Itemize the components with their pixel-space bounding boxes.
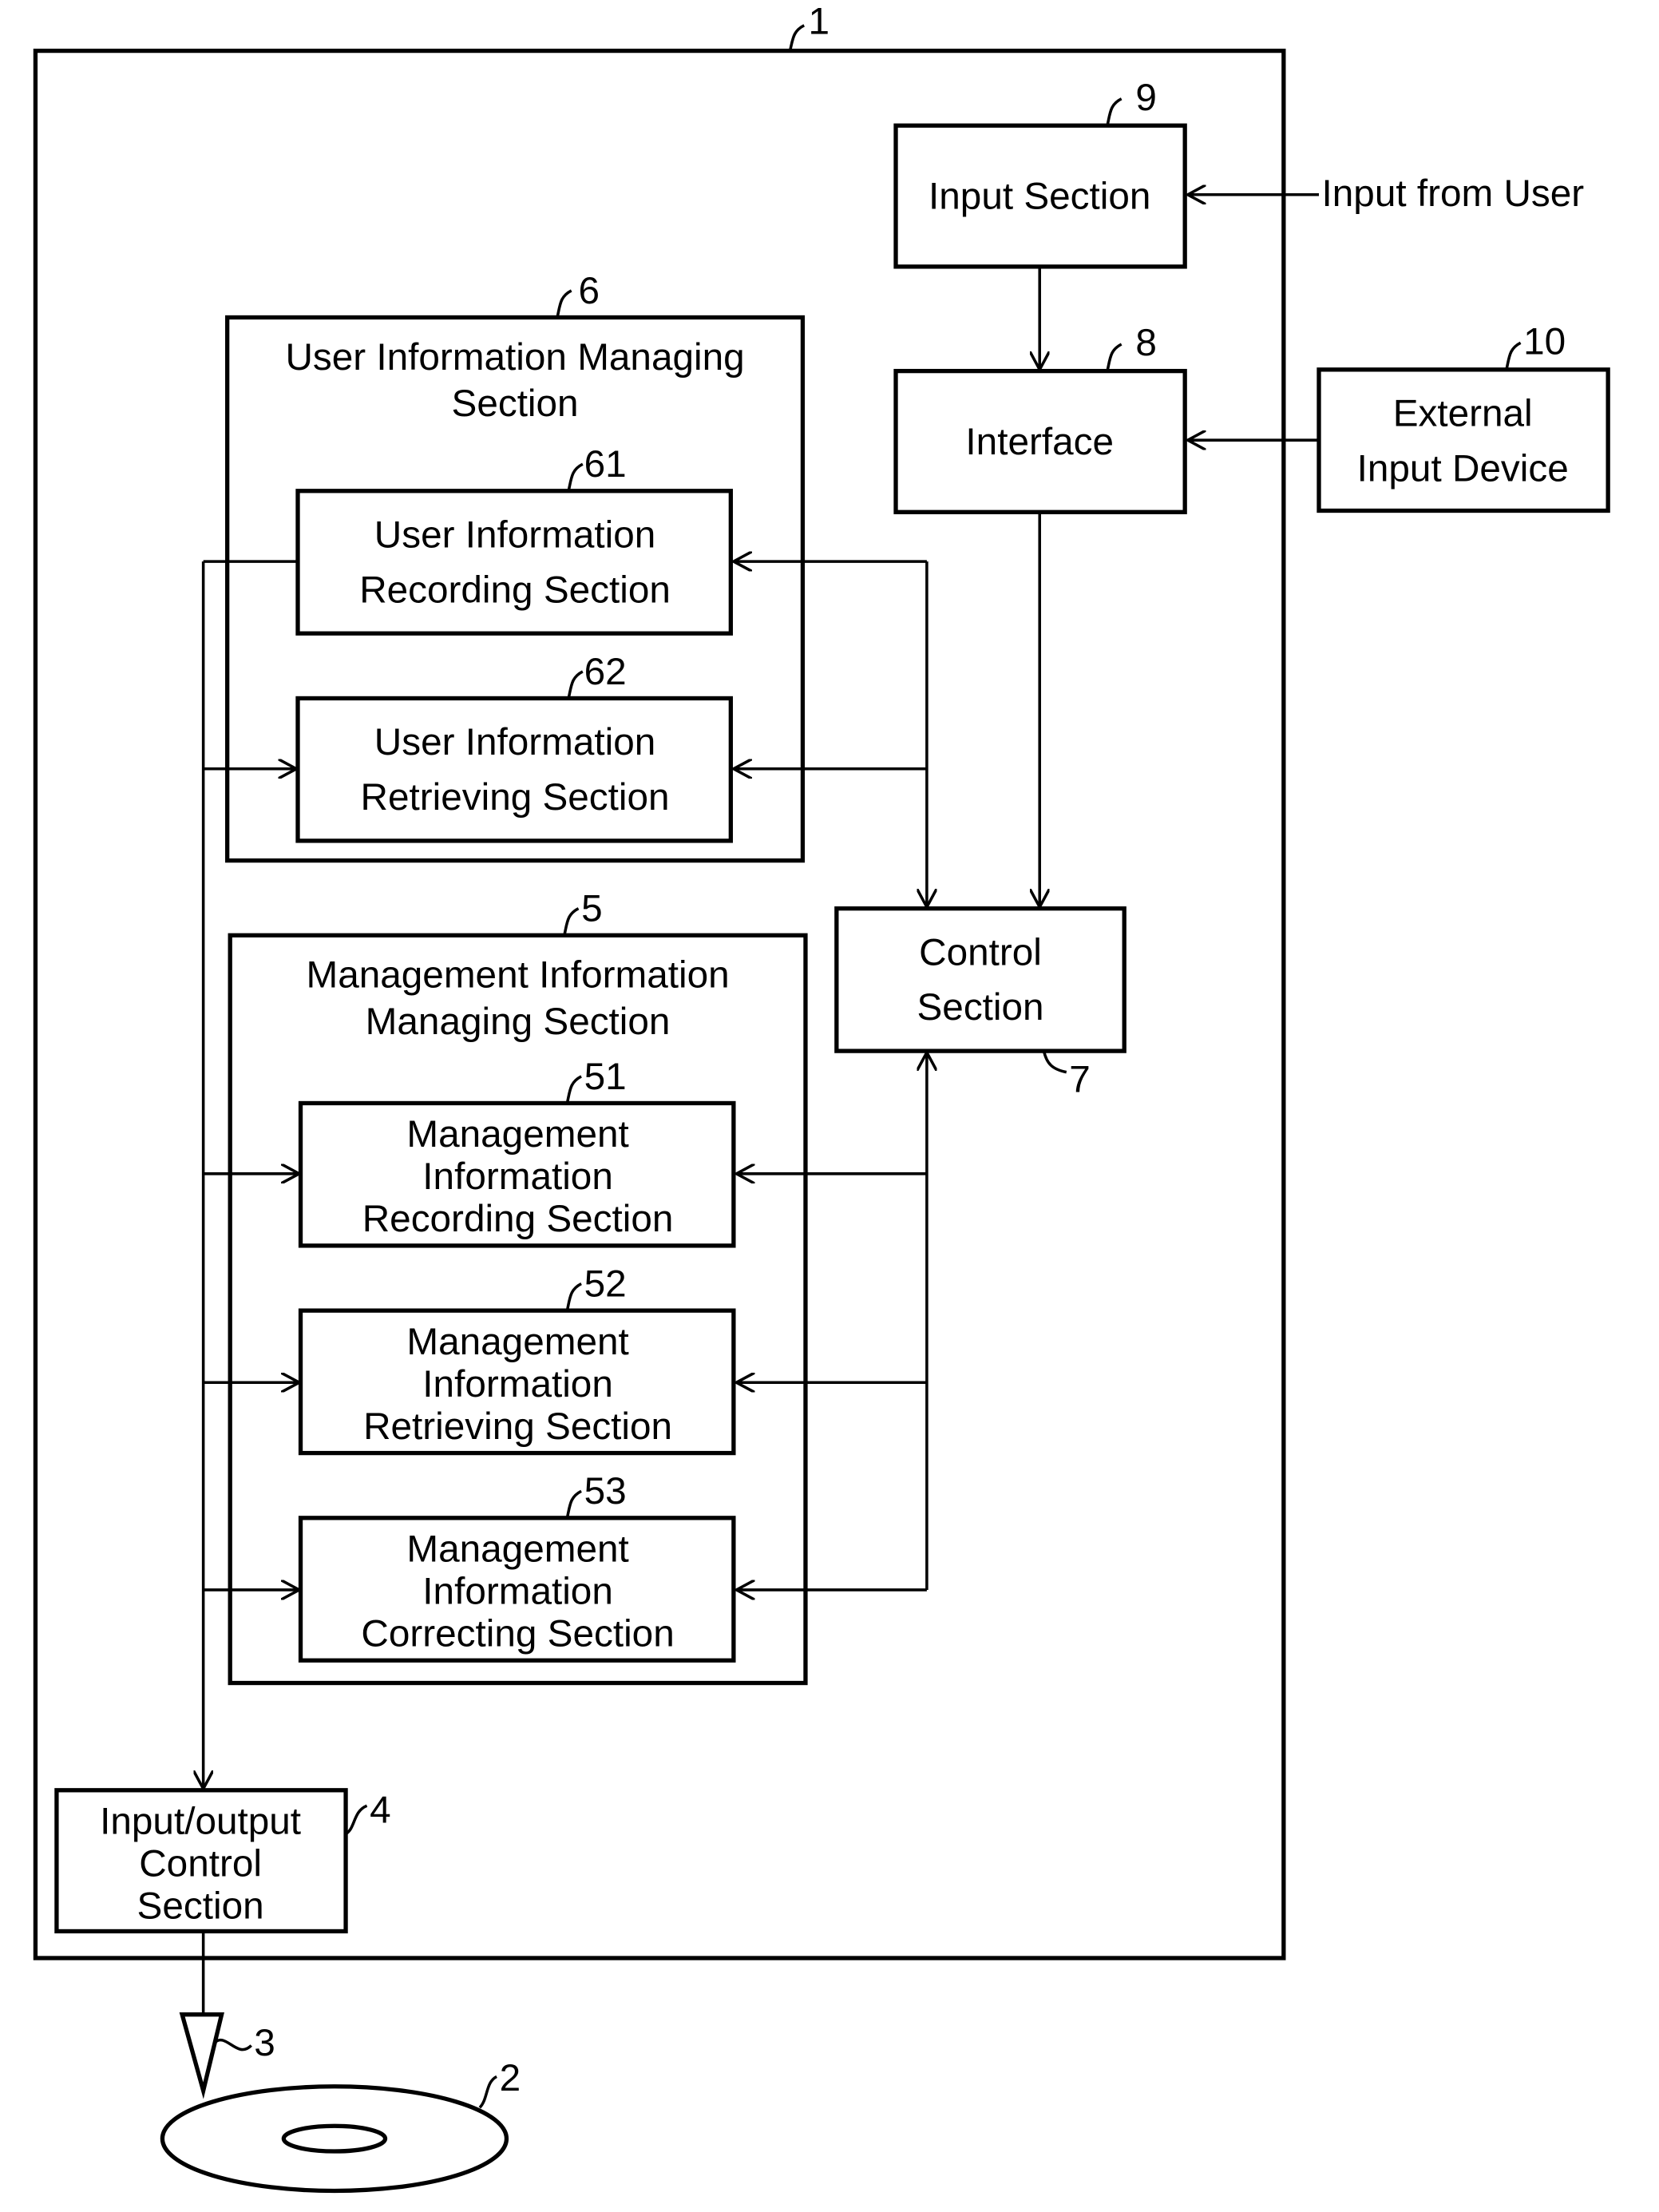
user-info-retrieving-label-2: Retrieving Section	[361, 776, 670, 819]
ref-9: 9	[1135, 77, 1157, 119]
user-info-recording-block: User Information Recording Section 61	[295, 443, 733, 636]
ref-51: 51	[584, 1056, 627, 1098]
pickup-icon	[179, 2012, 224, 2099]
control-bus-lower	[736, 1052, 926, 1590]
user-info-managing-block: User Information Managing Section 6	[225, 270, 806, 863]
user-info-recording-label-1: User Information	[374, 513, 656, 556]
pickup-head: 3	[179, 1931, 275, 2099]
mgmt-info-retrieving-block: Management Information Retrieving Sectio…	[298, 1263, 736, 1456]
input-from-user-label: Input from User	[1322, 172, 1585, 215]
ref-53: 53	[584, 1470, 627, 1512]
ref-4: 4	[370, 1789, 391, 1831]
ref-7: 7	[1069, 1058, 1091, 1100]
io-control-label-1: Input/output	[100, 1801, 301, 1843]
interface-label: Interface	[965, 421, 1114, 463]
ref-leader-1	[788, 24, 806, 52]
ref-61: 61	[584, 443, 627, 486]
mgmt-info-recording-label-1: Management	[406, 1113, 628, 1156]
left-data-bus	[204, 560, 299, 1789]
mgmt-info-correcting-block: Management Information Correcting Sectio…	[298, 1470, 736, 1663]
user-info-retrieving-label-1: User Information	[374, 721, 656, 763]
mgmt-info-correcting-label-1: Management	[406, 1528, 628, 1571]
mgmt-info-recording-block: Management Information Recording Section…	[298, 1056, 736, 1248]
control-section-block: Control Section 7	[834, 906, 1126, 1100]
ref-62: 62	[584, 651, 627, 693]
io-control-block: Input/output Control Section 4	[54, 1788, 391, 1934]
user-info-retrieving-block: User Information Retrieving Section 62	[295, 651, 733, 843]
input-section-label: Input Section	[928, 175, 1150, 217]
control-section-label-1: Control	[919, 931, 1042, 973]
ref-2: 2	[500, 2057, 521, 2099]
input-section-block: Input Section 9	[893, 77, 1187, 269]
block-diagram: 1 Input Section 9 Input from User Interf…	[33, 0, 1610, 2194]
external-device-label-2: Input Device	[1357, 447, 1569, 490]
mgmt-info-retrieving-label-1: Management	[406, 1321, 628, 1363]
control-section-label-2: Section	[917, 986, 1043, 1029]
external-input-device-block: External Input Device 10	[1317, 320, 1610, 513]
ref-1: 1	[809, 0, 830, 42]
mgmt-info-recording-label-2: Information	[422, 1156, 613, 1198]
control-bus-upper	[734, 561, 927, 907]
disc: 2	[160, 2057, 521, 2194]
mgmt-info-retrieving-label-3: Retrieving Section	[363, 1405, 672, 1448]
mgmt-info-managing-label-1: Management Information	[307, 954, 730, 997]
mgmt-info-retrieving-label-2: Information	[422, 1363, 613, 1405]
io-control-label-3: Section	[137, 1885, 264, 1928]
mgmt-info-correcting-label-2: Information	[422, 1571, 613, 1613]
ref-52: 52	[584, 1263, 627, 1305]
mgmt-info-managing-label-2: Managing Section	[366, 1001, 671, 1043]
ref-3: 3	[254, 2022, 275, 2064]
disc-icon	[160, 2084, 509, 2194]
ref-5: 5	[581, 888, 603, 930]
user-info-managing-label-2: Section	[452, 383, 579, 425]
user-info-managing-label-1: User Information Managing	[285, 336, 744, 379]
user-info-recording-label-2: Recording Section	[359, 569, 671, 611]
ref-8: 8	[1135, 322, 1157, 364]
mgmt-info-recording-label-3: Recording Section	[362, 1198, 674, 1240]
external-device-label-1: External	[1393, 393, 1533, 435]
ref-10: 10	[1523, 320, 1566, 363]
io-control-label-2: Control	[139, 1843, 262, 1885]
ref-6: 6	[579, 270, 600, 312]
mgmt-info-correcting-label-3: Correcting Section	[361, 1613, 674, 1655]
